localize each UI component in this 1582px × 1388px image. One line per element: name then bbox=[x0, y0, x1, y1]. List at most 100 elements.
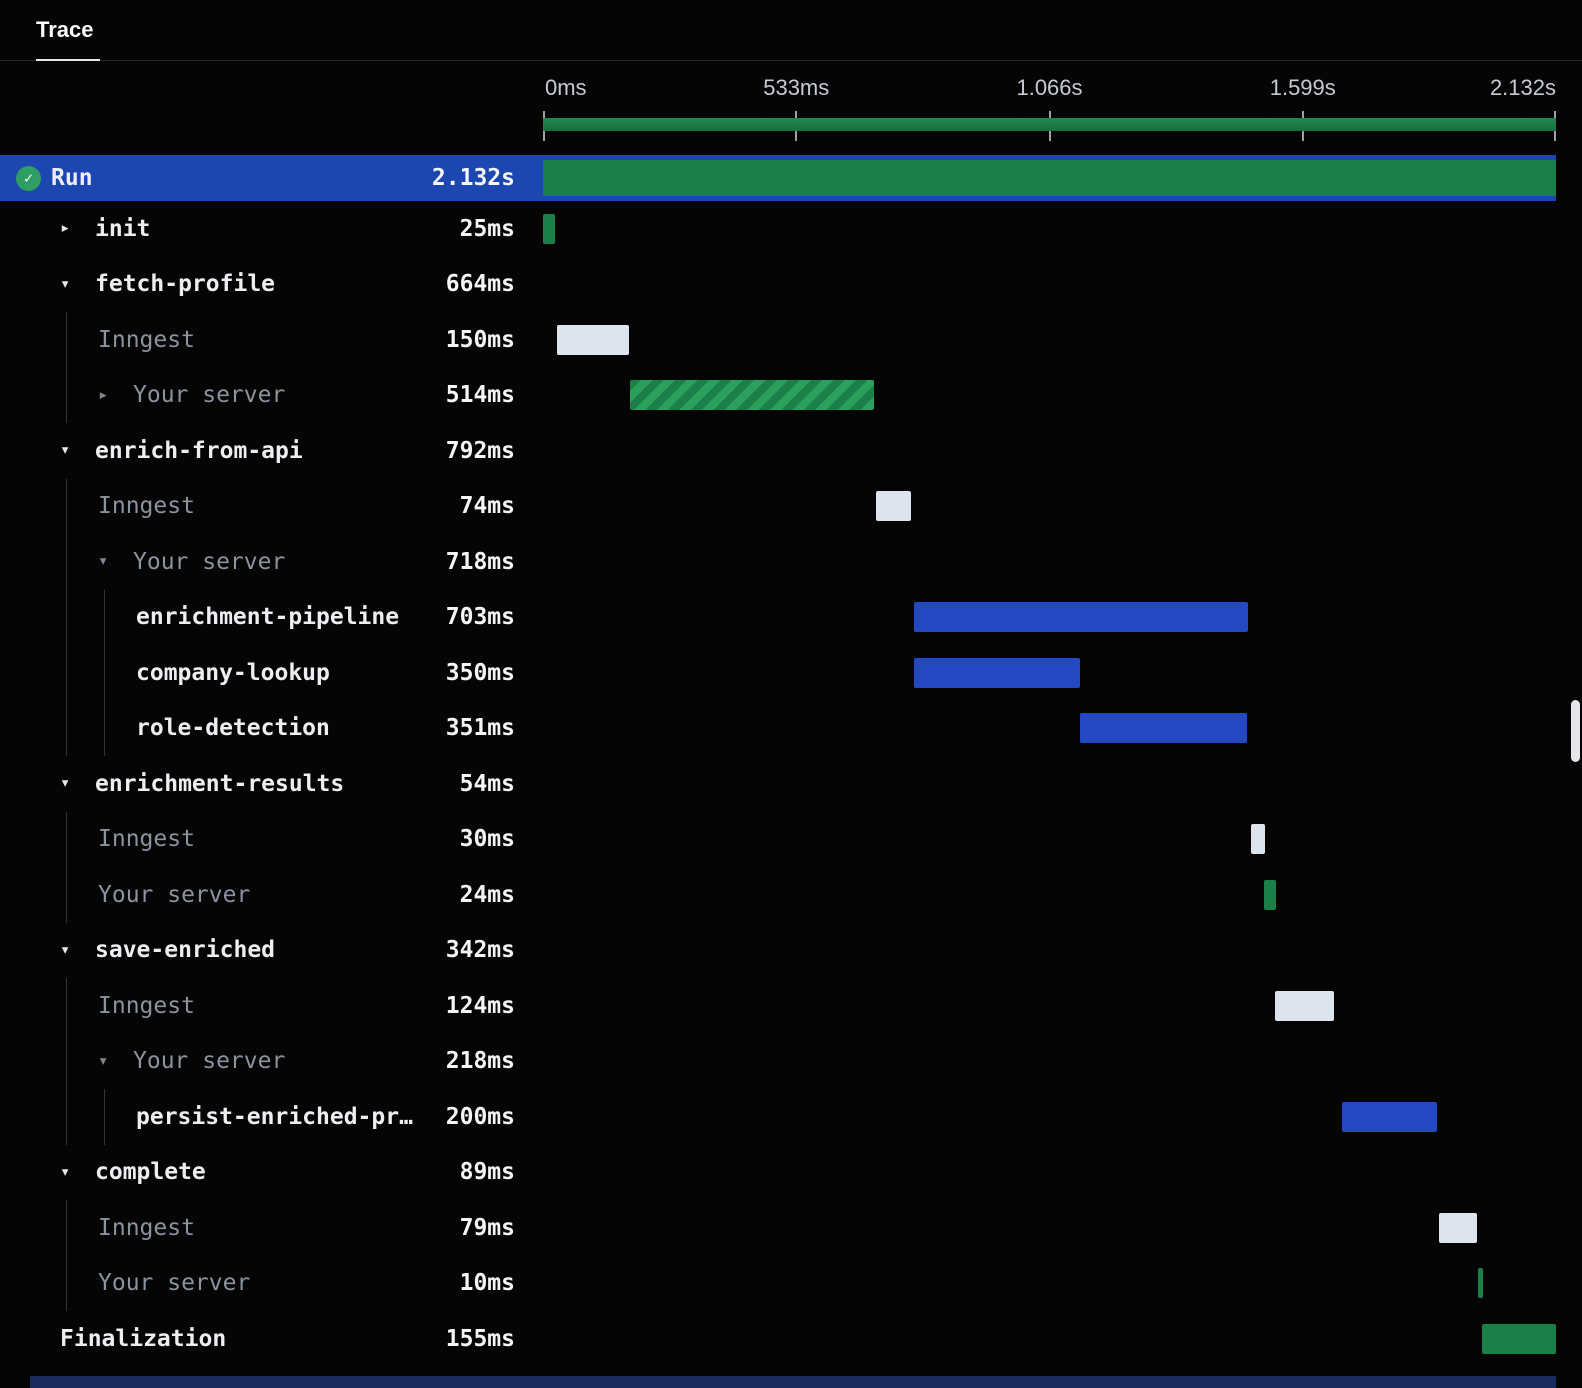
caret-icon[interactable]: ▾ bbox=[98, 1052, 133, 1070]
span-bar[interactable] bbox=[1482, 1323, 1556, 1354]
tick-label-0: 0ms bbox=[545, 75, 587, 100]
caret-icon[interactable]: ▾ bbox=[60, 775, 95, 792]
span-duration: 79ms bbox=[459, 1214, 515, 1241]
trace-row[interactable]: role-detection 351ms bbox=[0, 700, 1556, 757]
span-bar[interactable] bbox=[1342, 1101, 1438, 1132]
span-label-cell: persist-enriched-pr… 200ms bbox=[0, 1089, 543, 1145]
span-track bbox=[543, 155, 1556, 201]
span-bar[interactable] bbox=[1080, 713, 1248, 744]
span-label-cell: Your server 10ms bbox=[0, 1255, 543, 1311]
tree-guide-line bbox=[66, 700, 67, 756]
span-label-cell: ✓ Run 2.132s bbox=[0, 155, 543, 201]
span-track bbox=[543, 590, 1556, 646]
span-label-cell: role-detection 351ms bbox=[0, 700, 543, 756]
span-label-cell: ▾ Your server 218ms bbox=[0, 1033, 543, 1089]
scrollbar-thumb[interactable] bbox=[1571, 700, 1580, 762]
tree-guide-line bbox=[66, 1089, 67, 1145]
tree-guide-line bbox=[66, 1033, 67, 1089]
trace-row[interactable]: Your server 24ms bbox=[0, 867, 1556, 923]
trace-row[interactable]: ▾ Your server 718ms bbox=[0, 534, 1556, 590]
span-bar[interactable] bbox=[629, 380, 875, 411]
timeline-ruler[interactable] bbox=[543, 111, 1556, 143]
trace-row[interactable]: ▾ fetch-profile 664ms bbox=[0, 257, 1556, 313]
caret-icon[interactable]: ▾ bbox=[60, 442, 95, 459]
span-name: fetch-profile bbox=[95, 271, 276, 298]
trace-row[interactable]: ✓ Run 2.132s bbox=[0, 155, 1556, 201]
trace-row[interactable]: Inngest 30ms bbox=[0, 811, 1556, 867]
trace-row[interactable]: ▾ Your server 218ms bbox=[0, 1033, 1556, 1089]
span-label-cell: Inngest 79ms bbox=[0, 1200, 543, 1256]
span-bar[interactable] bbox=[1478, 1268, 1483, 1299]
caret-icon[interactable]: ▾ bbox=[60, 941, 95, 959]
span-bar[interactable] bbox=[1264, 879, 1276, 910]
trace-row[interactable]: company-lookup 350ms bbox=[0, 645, 1556, 701]
span-duration: 24ms bbox=[459, 881, 515, 908]
trace-row[interactable]: Inngest 124ms bbox=[0, 978, 1556, 1034]
span-track bbox=[543, 1256, 1556, 1312]
trace-row[interactable]: ▸ Your server 514ms bbox=[0, 367, 1556, 423]
trace-row[interactable]: ▾ save-enriched 342ms bbox=[0, 923, 1556, 979]
span-name: company-lookup bbox=[136, 659, 330, 686]
span-bar[interactable] bbox=[914, 657, 1081, 688]
span-name: Inngest bbox=[98, 1214, 195, 1241]
span-track bbox=[543, 645, 1556, 701]
span-duration: 350ms bbox=[445, 659, 515, 686]
span-name: init bbox=[95, 215, 151, 242]
trace-panel: Trace 0ms 533ms 1.066s 1.599s 2.132s ✓ R… bbox=[0, 0, 1582, 1388]
span-bar[interactable] bbox=[1439, 1212, 1477, 1243]
span-duration: 342ms bbox=[445, 937, 515, 964]
trace-row[interactable]: ▾ enrichment-results 54ms bbox=[0, 756, 1556, 812]
caret-icon[interactable]: ▸ bbox=[98, 386, 133, 404]
caret-icon[interactable]: ▾ bbox=[98, 553, 133, 570]
span-label-cell: enrichment-pipeline 703ms bbox=[0, 589, 543, 645]
tab-bar: Trace bbox=[0, 0, 1582, 61]
span-track bbox=[543, 1200, 1556, 1256]
trace-row[interactable]: Inngest 79ms bbox=[0, 1200, 1556, 1256]
span-bar[interactable] bbox=[875, 491, 911, 522]
span-label-cell: Finalization 155ms bbox=[0, 1311, 543, 1367]
trace-row[interactable]: Inngest 74ms bbox=[0, 478, 1556, 535]
span-bar[interactable] bbox=[914, 602, 1249, 633]
span-duration: 718ms bbox=[445, 548, 515, 575]
span-name: enrich-from-api bbox=[95, 437, 303, 464]
span-duration: 89ms bbox=[459, 1159, 515, 1186]
span-bar[interactable] bbox=[1250, 824, 1266, 855]
span-bar[interactable] bbox=[1274, 990, 1334, 1021]
tab-trace[interactable]: Trace bbox=[36, 0, 100, 61]
span-name: Your server bbox=[98, 1270, 251, 1297]
span-track bbox=[543, 423, 1556, 479]
trace-row[interactable]: ▾ enrich-from-api 792ms bbox=[0, 423, 1556, 479]
caret-icon[interactable]: ▸ bbox=[60, 220, 95, 237]
tree-guide-line bbox=[104, 700, 105, 756]
trace-row[interactable]: Finalization 155ms bbox=[0, 1311, 1556, 1367]
trace-row[interactable]: ▸ init 25ms bbox=[0, 201, 1556, 257]
span-name: Inngest bbox=[98, 326, 195, 353]
span-bar[interactable] bbox=[557, 324, 629, 355]
span-duration: 703ms bbox=[445, 604, 515, 631]
span-label-cell: ▾ enrich-from-api 792ms bbox=[0, 423, 543, 479]
span-duration: 200ms bbox=[445, 1103, 515, 1130]
span-track bbox=[543, 701, 1556, 757]
span-duration: 30ms bbox=[459, 826, 515, 853]
caret-icon[interactable]: ▾ bbox=[60, 275, 95, 293]
timeline-minimap-bar[interactable] bbox=[543, 118, 1556, 131]
trace-row[interactable]: persist-enriched-pr… 200ms bbox=[0, 1089, 1556, 1145]
tree-guide-line bbox=[66, 978, 67, 1034]
span-duration: 218ms bbox=[445, 1048, 515, 1075]
span-label-cell: ▾ Your server 718ms bbox=[0, 534, 543, 590]
span-track bbox=[543, 479, 1556, 535]
trace-row[interactable]: ▾ complete 89ms bbox=[0, 1145, 1556, 1201]
span-track bbox=[543, 201, 1556, 257]
trace-row[interactable]: Your server 10ms bbox=[0, 1255, 1556, 1312]
trace-row[interactable]: Inngest 150ms bbox=[0, 312, 1556, 368]
status-success-icon: ✓ bbox=[16, 165, 41, 191]
span-label-cell: Your server 24ms bbox=[0, 867, 543, 923]
trace-row[interactable]: enrichment-pipeline 703ms bbox=[0, 589, 1556, 646]
span-bar[interactable] bbox=[543, 160, 1556, 196]
span-bar[interactable] bbox=[543, 213, 555, 244]
caret-icon[interactable]: ▾ bbox=[60, 1163, 95, 1181]
span-name: persist-enriched-pr… bbox=[136, 1103, 413, 1130]
span-duration: 74ms bbox=[459, 493, 515, 520]
span-name: role-detection bbox=[136, 715, 330, 742]
span-duration: 664ms bbox=[445, 271, 515, 298]
